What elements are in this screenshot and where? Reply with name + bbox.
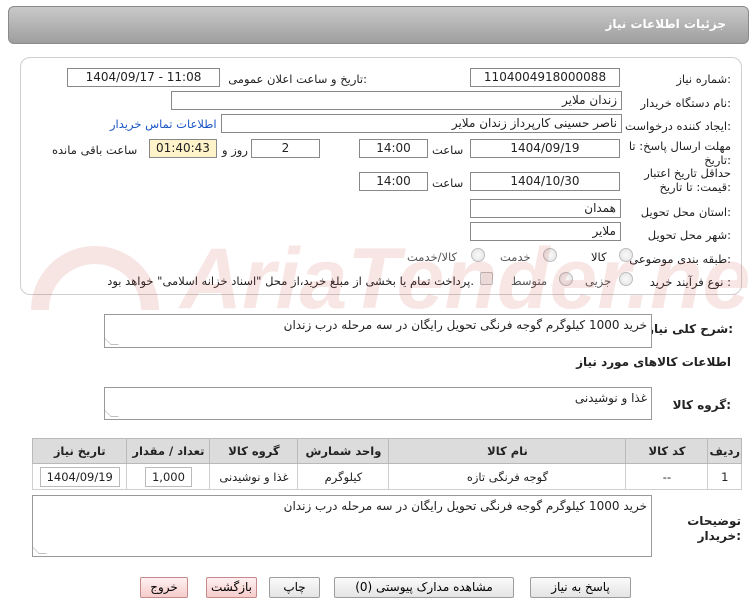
goods-group-label: گروه کالا: (672, 398, 731, 412)
back-button[interactable]: بازگشت (206, 577, 257, 598)
page-title: جزئیات اطلاعات نیاز (605, 17, 726, 31)
treasury-payment-note: پرداخت تمام یا بخشی از مبلغ خرید،از محل … (107, 274, 474, 288)
goods-table: ردیف کد کالا نام کالا واحد شمارش گروه کا… (31, 438, 742, 493)
category-goods-label: کالا (591, 250, 607, 264)
category-goods-service-radio[interactable] (471, 248, 485, 262)
need-number-field: 1104004918000088 (470, 68, 620, 87)
buyer-contact-link[interactable]: اطلاعات تماس خریدار (110, 117, 217, 131)
view-attachments-button[interactable]: مشاهده مدارک پیوستی (0) (334, 577, 514, 598)
validity-date-label: قیمت: تا تاریخ: (659, 180, 731, 194)
cell-name: گوجه فرنگی تازه (388, 463, 627, 490)
goods-group-textarea[interactable]: غذا و نوشیدنی (104, 387, 652, 420)
summary-label: شرح کلی نیاز: (647, 322, 733, 336)
buyer-notes-label-2: خریدار: (697, 529, 741, 543)
category-service-radio[interactable] (543, 248, 557, 262)
cell-need-date: 1404/09/19 (31, 463, 128, 490)
buyer-org-label: نام دستگاه خریدار: (640, 96, 731, 110)
quantity-value: 1,000 (144, 466, 192, 487)
announce-datetime-field: 1404/09/17 - 11:08 (67, 68, 220, 87)
deadline-time-field: 14:00 (359, 139, 428, 158)
buyer-notes-label: توضیحات (687, 514, 741, 528)
city-label: شهر محل تحویل: (647, 228, 731, 242)
col-quantity: تعداد / مقدار (126, 438, 211, 464)
days-label: روز و (222, 143, 248, 157)
deadline-label: مهلت ارسال پاسخ: تا (628, 139, 731, 153)
goods-group-text: غذا و نوشیدنی (574, 391, 647, 405)
category-goods-radio[interactable] (619, 248, 633, 262)
buyer-notes-text: خرید 1000 کیلوگرم گوجه فرنگی تحویل رایگا… (283, 499, 647, 513)
category-service-label: خدمت (500, 250, 531, 264)
goods-table-header: ردیف کد کالا نام کالا واحد شمارش گروه کا… (31, 438, 742, 464)
resize-grip-icon[interactable] (33, 546, 47, 554)
cell-unit: کیلوگرم (297, 463, 390, 490)
resize-grip-icon[interactable] (105, 337, 119, 345)
cell-code: -- (625, 463, 709, 490)
announce-datetime-label: تاریخ و ساعت اعلان عمومی: (228, 72, 367, 86)
page-header: جزئیات اطلاعات نیاز (8, 6, 749, 44)
col-row: ردیف (707, 438, 742, 464)
validity-time-label: ساعت (432, 176, 464, 190)
province-field: همدان (470, 199, 621, 218)
validity-label: حداقل تاریخ اعتبار (644, 166, 731, 180)
deadline-date-label: تاریخ: (704, 153, 731, 167)
process-type-label: نوع فرآیند خرید : (649, 275, 731, 289)
table-row: 1 -- گوجه فرنگی تازه کیلوگرم غذا و نوشید… (31, 463, 742, 490)
resize-grip-icon[interactable] (105, 409, 119, 417)
reply-button[interactable]: پاسخ به نیاز (530, 577, 631, 598)
need-date-value: 1404/09/19 (39, 466, 120, 487)
validity-time-field: 14:00 (359, 172, 428, 191)
col-name: نام کالا (388, 438, 627, 464)
summary-textarea[interactable]: خرید 1000 کیلوگرم گوجه فرنگی تحویل رایگا… (104, 314, 652, 348)
category-goods-service-label: کالا/خدمت (407, 250, 458, 264)
col-code: کد کالا (625, 438, 709, 464)
validity-date-field: 1404/10/30 (470, 172, 620, 191)
buyer-notes-textarea[interactable]: خرید 1000 کیلوگرم گوجه فرنگی تحویل رایگا… (32, 495, 652, 557)
goods-section-title: اطلاعات کالاهای مورد نیاز (576, 355, 731, 369)
province-label: استان محل تحویل: (640, 205, 731, 219)
deadline-date-field: 1404/09/19 (470, 139, 620, 158)
col-need-date: تاریخ نیاز (31, 438, 128, 464)
process-minor-label: جزیی (585, 274, 612, 288)
process-medium-label: متوسط (511, 274, 548, 288)
requester-field: ناصر حسینی کارپرداز زندان ملایر (221, 114, 622, 133)
remaining-time-field: 01:40:43 (149, 139, 217, 158)
deadline-time-label: ساعت (432, 143, 464, 157)
buyer-org-field: زندان ملایر (171, 91, 622, 110)
process-medium-radio[interactable] (559, 272, 573, 286)
treasury-payment-checkbox[interactable] (480, 272, 493, 285)
days-remaining-field: 2 (251, 139, 320, 158)
requester-label: ایجاد کننده درخواست: (625, 119, 731, 133)
remaining-time-label: ساعت باقی مانده (52, 143, 138, 157)
city-field: ملایر (470, 222, 621, 241)
col-group: گروه کالا (209, 438, 299, 464)
cell-row: 1 (707, 463, 742, 490)
process-minor-radio[interactable] (619, 272, 633, 286)
exit-button[interactable]: خروج (140, 577, 188, 598)
need-number-label: شماره نیاز: (676, 72, 731, 86)
col-unit: واحد شمارش (297, 438, 390, 464)
summary-text: خرید 1000 کیلوگرم گوجه فرنگی تحویل رایگا… (283, 318, 647, 332)
print-button[interactable]: چاپ (269, 577, 320, 598)
cell-group: غذا و نوشیدنی (209, 463, 299, 490)
category-label: طبقه بندی موضوعی: (629, 252, 731, 266)
cell-quantity: 1,000 (126, 463, 211, 490)
